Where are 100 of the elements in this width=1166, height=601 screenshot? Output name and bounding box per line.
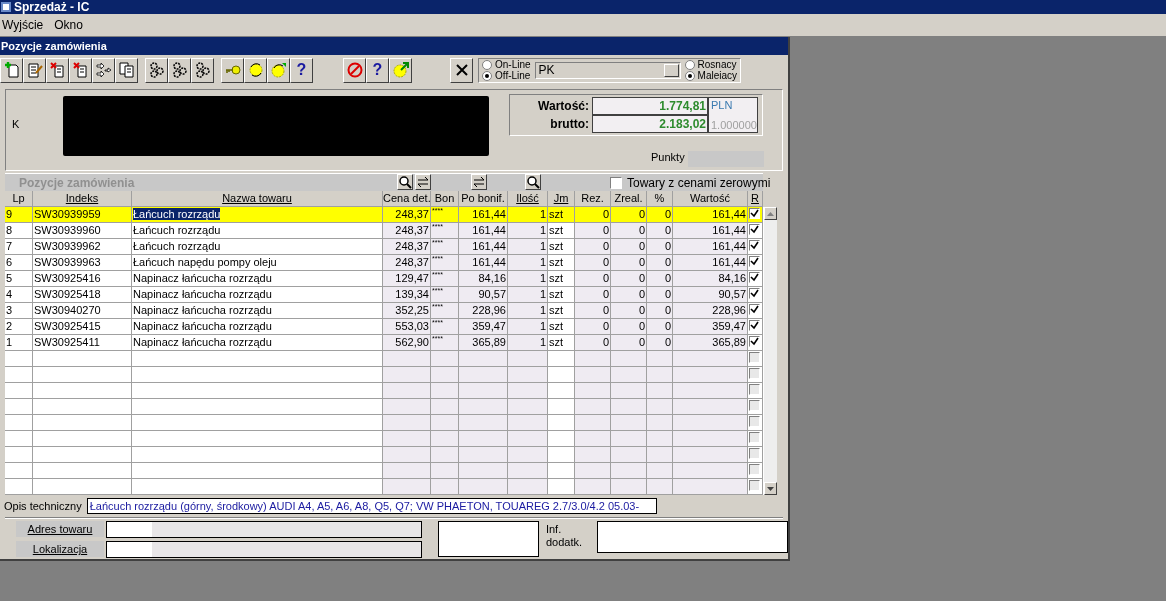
down-arrow-icon: [767, 486, 774, 491]
stop-button[interactable]: [343, 57, 366, 83]
swap-icon: [417, 177, 429, 187]
checkbox[interactable]: [749, 272, 760, 283]
table-cell: Łańcuch rozrządu: [132, 223, 383, 239]
checkbox-label: Towary z cenami zerowymi: [627, 175, 771, 190]
transfer-button[interactable]: [92, 57, 115, 83]
checkbox[interactable]: [749, 224, 760, 235]
table-cell: 84,16: [673, 271, 748, 287]
up-arrow-icon: [767, 211, 774, 216]
checkbox[interactable]: [749, 336, 760, 347]
column-header[interactable]: Ilość: [508, 191, 548, 207]
search-button[interactable]: [525, 174, 541, 190]
checkbox[interactable]: [749, 256, 760, 267]
checkbox[interactable]: [749, 448, 760, 459]
column-header[interactable]: %: [647, 191, 673, 207]
column-header[interactable]: Jm: [548, 191, 575, 207]
checkbox[interactable]: [749, 288, 760, 299]
checkbox[interactable]: [749, 304, 760, 315]
location-field[interactable]: [106, 541, 422, 558]
table-cell: 1: [508, 319, 548, 335]
copy-button[interactable]: [115, 57, 138, 83]
refresh-button[interactable]: [244, 57, 267, 83]
column-header[interactable]: Nazwa towaru: [132, 191, 383, 207]
column-header[interactable]: Wartość: [673, 191, 748, 207]
document-type-dropdown[interactable]: PK: [534, 61, 681, 79]
column-header[interactable]: R: [748, 191, 763, 207]
table-cell: SW30925416: [33, 271, 132, 287]
table-cell: 0: [647, 335, 673, 351]
checkbox[interactable]: [749, 240, 760, 251]
checkbox[interactable]: [749, 432, 760, 443]
refresh-button[interactable]: [267, 57, 290, 83]
table-cell: 0: [647, 303, 673, 319]
checkbox[interactable]: [749, 416, 760, 427]
swap-button[interactable]: [415, 174, 431, 190]
table-cell: SW30939963: [33, 255, 132, 271]
table-cell: 90,57: [459, 287, 508, 303]
column-header[interactable]: Lp: [5, 191, 33, 207]
swap-button[interactable]: [471, 174, 487, 190]
table-cell: szt: [548, 319, 575, 335]
table-cell: 8: [5, 223, 33, 239]
gears-icon: [194, 62, 211, 78]
column-header[interactable]: Rez.: [575, 191, 611, 207]
search-icon: [398, 175, 412, 189]
checkbox[interactable]: [610, 176, 622, 189]
column-header[interactable]: Po bonif.: [459, 191, 508, 207]
menu-item[interactable]: Okno: [53, 18, 84, 32]
gears-button[interactable]: [168, 57, 191, 83]
table-cell: szt: [548, 271, 575, 287]
checkbox[interactable]: [749, 384, 760, 395]
radio-button[interactable]: [684, 59, 695, 70]
column-header[interactable]: Cena det.: [383, 191, 431, 207]
checkbox[interactable]: [749, 368, 760, 379]
table-cell: szt: [548, 303, 575, 319]
gears-button[interactable]: [145, 57, 168, 83]
search-icon: [526, 175, 540, 189]
key-button[interactable]: [221, 57, 244, 83]
refresh-button[interactable]: [389, 57, 412, 83]
table-cell: 1: [508, 287, 548, 303]
table-cell: 0: [611, 303, 647, 319]
description-field[interactable]: Łańcuch rozrządu (górny, środkowy) AUDI A4, A5, A6, A8, Q5, Q7; VW PHAETON, TOUAREG 2.7/3.0/4.2 05.03-: [86, 498, 657, 514]
table-cell: 0: [611, 255, 647, 271]
edit-button[interactable]: [23, 57, 46, 83]
table-cell: Napinacz łańcucha rozrządu: [132, 271, 383, 287]
help-button[interactable]: ?: [290, 57, 313, 83]
column-header[interactable]: Indeks: [33, 191, 132, 207]
info-field[interactable]: [596, 521, 788, 553]
table-cell: 6: [5, 255, 33, 271]
new-button[interactable]: [0, 57, 23, 83]
checkbox[interactable]: [749, 208, 760, 219]
table-cell: 0: [575, 223, 611, 239]
table-cell: 0: [575, 255, 611, 271]
address-link[interactable]: Adres towaru: [16, 521, 104, 537]
gears-button[interactable]: [191, 57, 214, 83]
table-cell: 0: [575, 271, 611, 287]
radio-button[interactable]: [482, 59, 492, 70]
table-cell: 3: [5, 303, 33, 319]
close-button[interactable]: [450, 57, 473, 83]
input-field[interactable]: [438, 521, 539, 557]
radio-button[interactable]: [482, 70, 492, 81]
checkbox[interactable]: [749, 400, 760, 411]
scrollbar[interactable]: [763, 207, 777, 495]
table-cell: 352,25: [383, 303, 431, 319]
table-cell: 0: [575, 335, 611, 351]
radio-button[interactable]: [684, 70, 695, 81]
help-button[interactable]: ?: [366, 57, 389, 83]
checkbox[interactable]: [749, 480, 760, 491]
delete-button[interactable]: [69, 57, 92, 83]
checkbox[interactable]: [749, 352, 760, 363]
table-cell: 0: [611, 319, 647, 335]
menu-item[interactable]: Wyjście: [1, 18, 45, 32]
column-header[interactable]: Zreal.: [611, 191, 647, 207]
address-field[interactable]: [106, 521, 422, 538]
location-link[interactable]: Lokalizacja: [16, 541, 104, 557]
checkbox[interactable]: [749, 320, 760, 331]
column-header[interactable]: Bon: [431, 191, 459, 207]
checkbox[interactable]: [749, 464, 760, 475]
search-button[interactable]: [397, 174, 413, 190]
table-cell: szt: [548, 223, 575, 239]
delete-button[interactable]: [46, 57, 69, 83]
